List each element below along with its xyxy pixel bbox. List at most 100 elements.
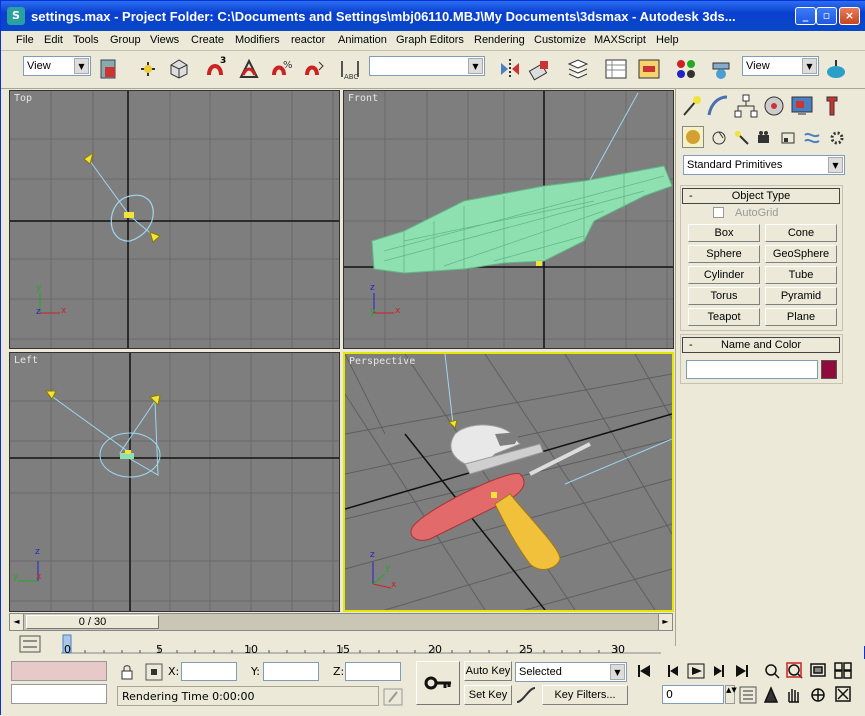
shapes-icon[interactable] bbox=[710, 129, 728, 147]
render-type-combo[interactable]: View ▼ bbox=[742, 56, 819, 76]
cone-button[interactable]: Cone bbox=[765, 224, 837, 242]
hierarchy-tab-icon[interactable] bbox=[733, 93, 759, 119]
frame-spinner[interactable]: ▲▼ bbox=[725, 685, 737, 704]
current-frame-field[interactable]: 0 bbox=[662, 685, 724, 704]
material-editor-icon[interactable] bbox=[674, 57, 698, 81]
geosphere-button[interactable]: GeoSphere bbox=[765, 245, 837, 263]
reference-coord-combo[interactable]: View ▼ bbox=[23, 56, 91, 76]
mirror-icon[interactable] bbox=[498, 57, 522, 81]
select-manipulate-icon[interactable] bbox=[136, 57, 160, 81]
time-slider-thumb[interactable]: 0 / 30 bbox=[26, 615, 159, 629]
restore-button[interactable]: ▫ bbox=[816, 7, 837, 25]
time-configuration-icon[interactable] bbox=[739, 686, 757, 704]
named-selection-icon[interactable]: ABC bbox=[338, 57, 362, 81]
pivot-icon[interactable] bbox=[97, 57, 121, 81]
key-filters-button[interactable]: Key Filters... bbox=[542, 685, 628, 705]
menu-customize[interactable]: Customize bbox=[534, 34, 586, 46]
viewport-label-perspective[interactable]: Perspective bbox=[349, 356, 415, 367]
viewport-label-left[interactable]: Left bbox=[14, 355, 38, 366]
track-bar[interactable]: 0 5 10 15 20 25 30 bbox=[1, 631, 675, 659]
lock-icon[interactable] bbox=[120, 664, 134, 680]
menu-group[interactable]: Group bbox=[110, 34, 141, 46]
angle-snap-icon[interactable] bbox=[237, 57, 261, 81]
z-field[interactable] bbox=[345, 662, 401, 681]
pan-hand-icon[interactable] bbox=[788, 689, 799, 703]
utilities-tab-icon[interactable] bbox=[819, 93, 845, 119]
go-to-start-icon[interactable] bbox=[638, 665, 650, 677]
zoom-extents-all-icon[interactable] bbox=[834, 662, 852, 679]
minimize-button[interactable]: _ bbox=[795, 7, 816, 25]
zoom-all-icon[interactable] bbox=[786, 662, 803, 679]
viewport-label-top[interactable]: Top bbox=[14, 93, 32, 104]
percent-snap-icon[interactable]: % bbox=[269, 57, 293, 81]
keyboard-shortcut-icon[interactable] bbox=[167, 57, 191, 81]
curve-editor-icon[interactable] bbox=[604, 57, 628, 81]
3dsmax-icon[interactable]: S bbox=[7, 7, 25, 25]
object-type-header[interactable]: - Object Type bbox=[682, 188, 840, 204]
menu-file[interactable]: File bbox=[16, 34, 34, 46]
plane-button[interactable]: Plane bbox=[765, 308, 837, 326]
sphere-button[interactable]: Sphere bbox=[688, 245, 760, 263]
mini-curve-editor-icon[interactable] bbox=[19, 635, 41, 653]
category-combo[interactable]: Standard Primitives ▼ bbox=[683, 155, 845, 175]
menu-graph-editors[interactable]: Graph Editors bbox=[396, 34, 464, 46]
menu-create[interactable]: Create bbox=[191, 34, 224, 46]
render-scene-icon[interactable] bbox=[709, 57, 733, 81]
set-key-button[interactable]: Set Key bbox=[464, 685, 512, 705]
y-field[interactable] bbox=[263, 662, 319, 681]
modify-tab-icon[interactable] bbox=[705, 93, 731, 119]
maximize-viewport-icon[interactable] bbox=[835, 686, 851, 702]
menu-rendering[interactable]: Rendering bbox=[474, 34, 525, 46]
viewport-perspective[interactable]: Perspective z y x bbox=[343, 352, 674, 612]
display-tab-icon[interactable] bbox=[789, 93, 815, 119]
play-icon[interactable] bbox=[692, 667, 702, 675]
zoom-icon[interactable] bbox=[765, 664, 780, 679]
auto-key-button[interactable]: Auto Key bbox=[464, 661, 512, 681]
align-icon[interactable] bbox=[528, 57, 552, 81]
chevron-left-icon[interactable]: ◄ bbox=[10, 614, 24, 630]
field-of-view-icon[interactable] bbox=[763, 686, 779, 703]
default-tangent-icon[interactable] bbox=[515, 686, 537, 704]
menu-help[interactable]: Help bbox=[656, 34, 679, 46]
maxscript-input[interactable] bbox=[11, 684, 107, 704]
time-slider[interactable]: ◄ 0 / 30 ► bbox=[9, 613, 673, 631]
systems-icon[interactable] bbox=[828, 129, 846, 147]
key-mode-combo[interactable]: Selected ▼ bbox=[515, 662, 627, 682]
menu-modifiers[interactable]: Modifiers bbox=[235, 34, 280, 46]
geometry-category-button[interactable] bbox=[682, 126, 704, 148]
next-frame-icon[interactable] bbox=[714, 665, 724, 677]
lights-icon[interactable] bbox=[733, 129, 751, 147]
set-key-big-button[interactable] bbox=[416, 661, 460, 705]
arc-rotate-icon[interactable] bbox=[811, 688, 825, 702]
object-color-swatch[interactable] bbox=[821, 360, 837, 379]
torus-button[interactable]: Torus bbox=[688, 287, 760, 305]
object-name-field[interactable] bbox=[686, 360, 818, 379]
close-button[interactable]: × bbox=[839, 7, 860, 25]
cylinder-button[interactable]: Cylinder bbox=[688, 266, 760, 284]
spinner-snap-icon[interactable] bbox=[301, 57, 325, 81]
zoom-extents-icon[interactable] bbox=[810, 663, 826, 677]
maxscript-listener-mini[interactable] bbox=[11, 661, 107, 681]
add-time-tag-icon[interactable] bbox=[383, 688, 403, 706]
name-color-header[interactable]: - Name and Color bbox=[682, 337, 840, 353]
chevron-right-icon[interactable]: ► bbox=[658, 614, 672, 630]
quick-render-icon[interactable] bbox=[824, 57, 848, 81]
menu-maxscript[interactable]: MAXScript bbox=[594, 34, 646, 46]
viewport-front[interactable]: Front z x y bbox=[343, 90, 674, 349]
go-to-end-icon[interactable] bbox=[736, 665, 748, 677]
helpers-icon[interactable] bbox=[779, 129, 797, 147]
x-field[interactable] bbox=[181, 662, 237, 681]
menu-tools[interactable]: Tools bbox=[73, 34, 99, 46]
create-tab-icon[interactable] bbox=[678, 93, 704, 119]
space-warps-icon[interactable] bbox=[803, 129, 821, 147]
viewport-top[interactable]: Top y x z bbox=[9, 90, 340, 349]
named-selection-combo[interactable]: ▼ bbox=[369, 56, 485, 76]
absolute-mode-icon[interactable] bbox=[145, 663, 163, 681]
pyramid-button[interactable]: Pyramid bbox=[765, 287, 837, 305]
viewport-label-front[interactable]: Front bbox=[348, 93, 378, 104]
menu-views[interactable]: Views bbox=[150, 34, 179, 46]
viewport-left[interactable]: Left z y x bbox=[9, 352, 340, 612]
teapot-button[interactable]: Teapot bbox=[688, 308, 760, 326]
menu-animation[interactable]: Animation bbox=[338, 34, 387, 46]
tube-button[interactable]: Tube bbox=[765, 266, 837, 284]
